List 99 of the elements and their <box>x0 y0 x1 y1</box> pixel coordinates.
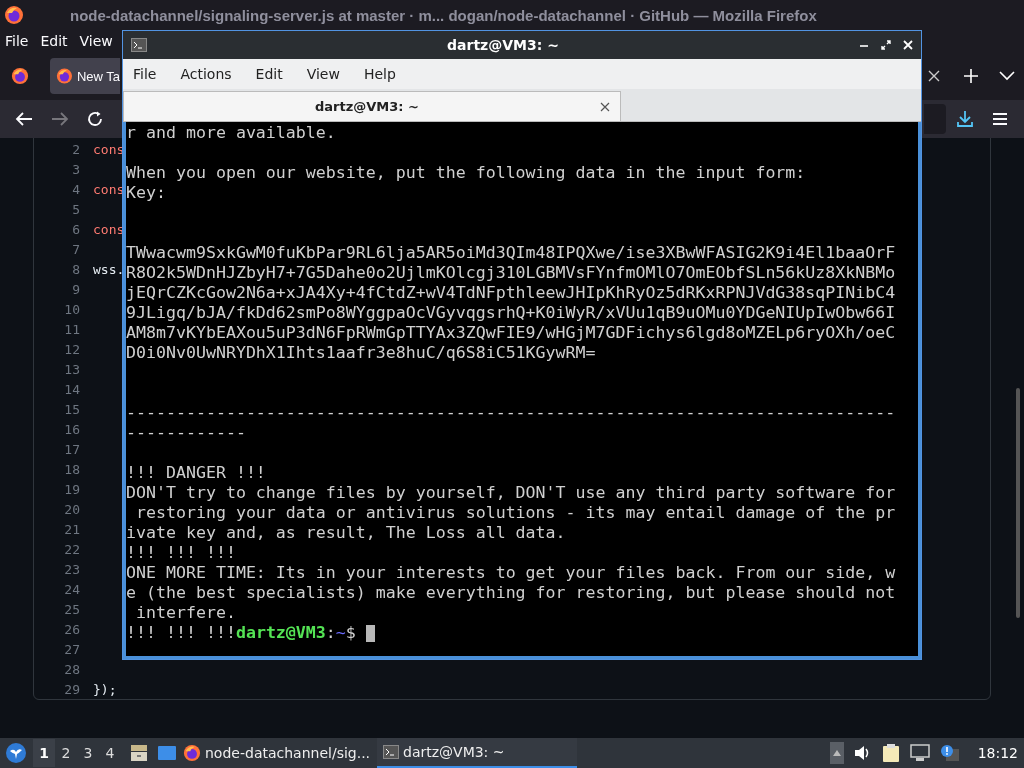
line-number: 17 <box>63 441 80 457</box>
taskbar-button[interactable]: dartz@VM3: ~ <box>377 738 577 768</box>
scrollbar-thumb[interactable] <box>1016 388 1020 618</box>
browser-logo-icon <box>183 744 201 762</box>
line-number: 26 <box>63 621 80 637</box>
network-icon[interactable] <box>909 744 930 762</box>
code-text: wss. <box>93 261 125 277</box>
line-number: 16 <box>63 421 80 437</box>
window-icon[interactable] <box>157 744 177 762</box>
menu-item[interactable]: View <box>306 66 340 82</box>
menu-item[interactable]: Edit <box>255 66 283 82</box>
terminal-text: jEQrCZKcGow2N6a+xJA4Xy+4fCtdZ+wV4TdNFpthleewJHIpKhRyOz5dRKxRPNJVdG38sqPINibC4 <box>126 283 896 303</box>
terminal-text: D0i0Nv0UwNRYDhX1Ihts1aafr3e8huC/q6S8iC51KGywRM= <box>126 343 596 363</box>
prompt-user: dartz@VM3 <box>235 623 326 643</box>
menu-item[interactable]: File <box>5 33 29 49</box>
terminal-text: DON'T try to change files by yourself, DON'T use any third party software for <box>126 483 896 503</box>
window-title: node-datachannel/signaling-server.js at master · m... dogan/node-datachannel · GitHub — Mozilla Firefox <box>70 6 817 24</box>
clock: 18:12 <box>977 745 1018 761</box>
terminal-text: When you open our website, put the following data in the input form: <box>126 163 806 183</box>
line-number: 10 <box>63 301 80 317</box>
line-number: 27 <box>63 641 80 657</box>
line-number: 21 <box>63 521 80 537</box>
terminal-text: Key: <box>126 183 166 203</box>
terminal-tab[interactable]: dartz@VM3: ~ <box>123 91 621 121</box>
download-icon[interactable] <box>956 110 974 128</box>
window-title: dartz@VM3: ~ <box>446 37 560 53</box>
browser-logo-icon <box>56 67 73 85</box>
line-number: 3 <box>71 161 80 177</box>
file-cabinet-icon[interactable] <box>129 743 149 763</box>
menu-icon[interactable] <box>992 112 1008 126</box>
terminal-text: e (the best specialists) make everything for restoring, but please should not <box>126 583 896 603</box>
line-number: 11 <box>63 321 80 337</box>
line-number: 29 <box>63 681 80 697</box>
start-menu-icon[interactable] <box>5 742 27 764</box>
line-number: 4 <box>71 181 80 197</box>
line-number: 2 <box>71 141 80 157</box>
terminal-text: R8O2k5WDnHJZbyH7+7G5Dahe0o2UjlmKOlcgj310LGBMVsFYnfmOMlO7OmEObfSLn56kUz8XkNBMo <box>126 263 896 283</box>
chevron-down-icon[interactable] <box>999 71 1015 81</box>
line-number: 18 <box>63 461 80 477</box>
prompt-symbol: $ <box>345 623 356 643</box>
line-number: 14 <box>63 381 80 397</box>
terminal-text: TWwacwm9SxkGwM0fuKbPar9RL6lja5AR5oiMd3QIm48IPQXwe/ise3XBwWFASIG2K9i4El1baaOrF <box>126 243 896 263</box>
text-cursor <box>365 624 375 642</box>
forward-icon[interactable] <box>51 111 69 127</box>
line-number: 24 <box>63 581 80 597</box>
browser-logo-icon <box>4 5 24 25</box>
line-number: 25 <box>63 601 80 617</box>
line-number: 20 <box>63 501 80 517</box>
line-number: 22 <box>63 541 80 557</box>
terminal-text: ----------------------------------------------------------------------------- <box>126 403 896 423</box>
line-number: 15 <box>63 401 80 417</box>
terminal-icon <box>131 38 147 52</box>
line-number: 28 <box>63 661 80 677</box>
notification-icon[interactable] <box>939 744 960 762</box>
terminal-text: AM8m7vKYbEAXou5uP3dN6FpRWmGpTTYAx3ZQwFIE9/wHGjM7GDFichys6lgd8oMZELp6ryOXh/oeC <box>126 323 896 343</box>
line-number: 6 <box>71 221 80 237</box>
menu-item[interactable]: Edit <box>40 33 68 49</box>
workspace-button[interactable]: 4 <box>99 739 121 767</box>
reload-icon[interactable] <box>87 111 103 127</box>
line-number: 5 <box>71 201 80 217</box>
line-number: 9 <box>71 281 80 297</box>
menu-item[interactable]: File <box>133 66 157 82</box>
terminal-text: !!! DANGER !!! <box>126 463 266 483</box>
new-tab-icon[interactable] <box>963 68 979 84</box>
code-text: cons <box>93 141 125 157</box>
taskbar-button[interactable]: node-datachannel/sig... <box>177 738 377 768</box>
terminal-text: ivate key and, as result, The Loss all data. <box>126 523 566 543</box>
line-number: 23 <box>63 561 80 577</box>
clipboard-icon[interactable] <box>881 743 900 763</box>
terminal-text: 9JLigq/bJA/fkDd62smPo8WYggpaOcVGyvqgsrhQ+K0iWyR/xVUu1qB9uOMu0YDGeNIUpIwObw66I <box>126 303 896 323</box>
terminal-text: ONE MORE TIME: Its in your interests to get your files back. From our side, w <box>126 563 896 583</box>
workspace-button[interactable]: 3 <box>77 739 99 767</box>
maximize-icon[interactable] <box>881 40 891 50</box>
code-text: cons <box>93 181 125 197</box>
terminal-text: interfere. <box>135 603 236 623</box>
line-number: 7 <box>71 241 80 257</box>
back-icon[interactable] <box>15 111 33 127</box>
terminal-text: ------------ <box>126 423 246 443</box>
close-icon[interactable] <box>600 101 610 112</box>
terminal-text: !!! !!! !!! <box>126 623 236 643</box>
menu-item[interactable]: View <box>79 33 113 49</box>
menu-item[interactable]: Actions <box>180 66 232 82</box>
terminal-text: !!! !!! !!! <box>126 543 236 563</box>
line-number: 12 <box>63 341 80 357</box>
line-number: 19 <box>63 481 80 497</box>
workspace-button[interactable]: 2 <box>55 739 77 767</box>
workspace-button[interactable]: 1 <box>33 739 55 767</box>
terminal-icon <box>383 745 399 759</box>
code-text: }); <box>93 681 117 697</box>
prompt-separator: : <box>325 623 336 643</box>
prompt-path: ~ <box>335 623 346 643</box>
code-text: cons <box>93 221 125 237</box>
browser-logo-icon[interactable] <box>11 67 29 85</box>
line-number: 8 <box>71 261 80 277</box>
terminal-text: restoring your data or antivirus solutions - its may entail damage of the pr <box>135 503 896 523</box>
line-number: 13 <box>63 361 80 377</box>
terminal-text: r and more available. <box>126 123 336 143</box>
menu-item[interactable]: Help <box>363 66 396 82</box>
browser-tab[interactable]: New Ta <box>50 58 120 94</box>
